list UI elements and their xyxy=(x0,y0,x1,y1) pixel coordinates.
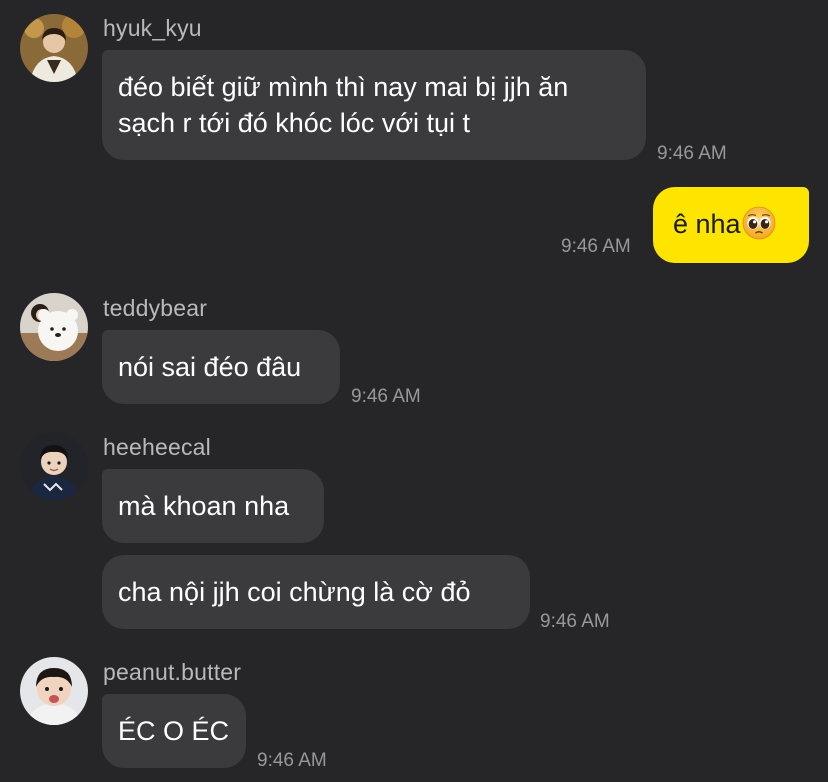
message-timestamp: 9:46 AM xyxy=(561,236,631,257)
message-text: nói sai đéo đâu xyxy=(118,352,302,382)
avatar-hyuk-kyu[interactable] xyxy=(20,14,88,82)
message-timestamp: 9:46 AM xyxy=(540,611,610,632)
message-timestamp: 9:46 AM xyxy=(351,386,421,407)
message-timestamp: 9:46 AM xyxy=(257,750,327,771)
chat-conversation: hyuk_kyu đéo biết giữ mình thì nay mai b… xyxy=(0,0,828,782)
sender-name: peanut.butter xyxy=(103,659,242,685)
avatar-heeheecal[interactable] xyxy=(20,432,88,500)
message-text: ÉC O ÉC xyxy=(118,716,230,746)
sender-name: hyuk_kyu xyxy=(103,15,202,41)
message-line: đéo biết giữ mình thì nay mai bị jjh ăn xyxy=(118,72,569,102)
my-message-bubble[interactable]: ê nha xyxy=(653,187,809,263)
message-bubble[interactable]: nói sai đéo đâu xyxy=(102,330,340,404)
avatar-peanut-butter[interactable] xyxy=(20,657,88,725)
message-bubble[interactable]: ÉC O ÉC xyxy=(102,694,246,768)
message-timestamp: 9:46 AM xyxy=(657,143,727,164)
message-bubble[interactable]: mà khoan nha xyxy=(102,469,324,543)
message-bubble[interactable]: cha nội jjh coi chừng là cờ đỏ xyxy=(102,555,530,629)
sender-name: teddybear xyxy=(103,295,208,321)
message-bubble[interactable]: đéo biết giữ mình thì nay mai bị jjh ăn … xyxy=(102,50,646,160)
message-line: sạch r tới đó khóc lóc với tụi t xyxy=(118,108,471,138)
avatar-teddybear[interactable] xyxy=(20,293,88,361)
message-text: cha nội jjh coi chừng là cờ đỏ xyxy=(118,577,471,607)
pleading-face-icon xyxy=(742,206,776,240)
message-text: ê nha xyxy=(673,209,741,239)
message-text: mà khoan nha xyxy=(118,491,290,521)
sender-name: heeheecal xyxy=(103,434,211,460)
